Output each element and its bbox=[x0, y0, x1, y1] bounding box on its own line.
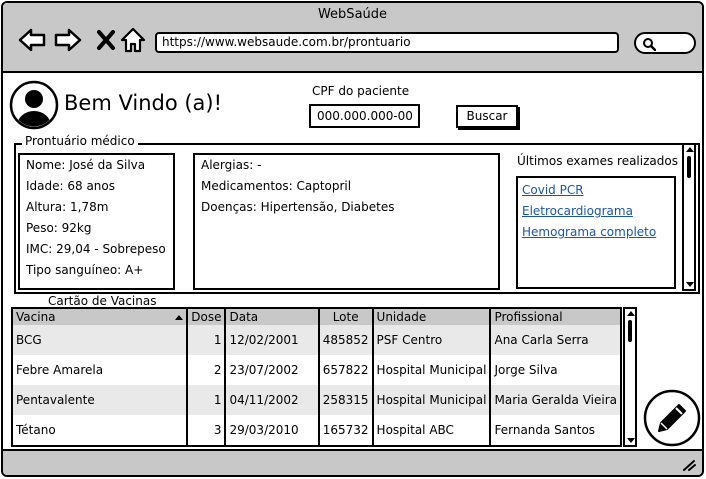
scroll-down-arrow-icon[interactable] bbox=[627, 438, 635, 443]
table-row[interactable]: Pentavalente 1 04/11/2002 258315 Hospita… bbox=[13, 385, 620, 415]
window-title: WebSaúde bbox=[317, 7, 388, 22]
unit-cell: Hospital Municipal bbox=[372, 385, 492, 415]
exam-link-electrocardiogram[interactable]: Eletrocardiograma bbox=[518, 201, 674, 222]
record-scrollbar[interactable] bbox=[682, 143, 696, 291]
vaccine-table: Vacina Dose Data Lote Unidade Profission… bbox=[11, 307, 622, 447]
patient-allergies: Alergias: - bbox=[201, 158, 262, 172]
date-cell: 04/11/2002 bbox=[225, 385, 320, 415]
patient-personal-info: Nome: José da Silva Idade: 68 anos Altur… bbox=[18, 153, 175, 290]
exam-link-blood-count[interactable]: Hemograma completo bbox=[518, 222, 674, 243]
patient-clinical-info: Alergias: - Medicamentos: Captopril Doen… bbox=[193, 153, 500, 290]
professional-cell: Jorge Silva bbox=[494, 363, 558, 377]
lot-cell: 165732 bbox=[318, 415, 374, 445]
scrollbar-thumb[interactable] bbox=[628, 320, 632, 342]
patient-name: Nome: José da Silva bbox=[26, 158, 146, 172]
vaccine-cell: Febre Amarela bbox=[13, 355, 189, 385]
vaccine-cell: Tétano bbox=[13, 415, 189, 445]
professional-cell: Fernanda Santos bbox=[494, 423, 596, 437]
recent-exams-list: Covid PCR Eletrocardiograma Hemograma co… bbox=[516, 176, 676, 289]
patient-bmi: IMC: 29,04 - Sobrepeso bbox=[26, 242, 166, 256]
user-avatar-icon bbox=[9, 80, 59, 130]
patient-blood-type: Tipo sanguíneo: A+ bbox=[26, 263, 144, 277]
resize-grip-icon[interactable] bbox=[682, 459, 696, 471]
lot-cell: 258315 bbox=[318, 385, 374, 415]
patient-medications: Medicamentos: Captopril bbox=[201, 179, 352, 193]
patient-diseases: Doenças: Hipertensão, Diabetes bbox=[201, 200, 395, 214]
lot-cell: 485852 bbox=[318, 325, 374, 355]
dose-cell: 1 bbox=[187, 385, 227, 415]
column-header-vaccine[interactable]: Vacina bbox=[13, 309, 189, 325]
url-input[interactable]: https://www.websaude.com.br/prontuario bbox=[155, 32, 619, 53]
table-row[interactable]: Tétano 3 29/03/2010 165732 Hospital ABC … bbox=[13, 415, 620, 445]
scrollbar-thumb[interactable] bbox=[687, 156, 691, 178]
vaccine-card-title: Cartão de Vacinas bbox=[48, 294, 157, 308]
unit-cell: Hospital ABC bbox=[372, 415, 492, 445]
unit-cell: PSF Centro bbox=[372, 325, 492, 355]
edit-pencil-button[interactable] bbox=[643, 389, 701, 447]
table-row[interactable]: Febre Amarela 2 23/07/2002 657822 Hospit… bbox=[13, 355, 620, 385]
home-icon[interactable] bbox=[118, 25, 148, 55]
date-cell: 23/07/2002 bbox=[225, 355, 320, 385]
dose-cell: 2 bbox=[187, 355, 227, 385]
scroll-down-arrow-icon[interactable] bbox=[686, 282, 694, 287]
column-header-date[interactable]: Data bbox=[225, 309, 320, 325]
cpf-input[interactable]: 000.000.000-00 bbox=[309, 104, 420, 128]
table-row[interactable]: BCG 1 12/02/2001 485852 PSF Centro Ana C… bbox=[13, 325, 620, 355]
date-cell: 29/03/2010 bbox=[225, 415, 320, 445]
browser-window: WebSaúde https://www.websaude.com.br/pro… bbox=[1, 1, 704, 477]
vaccine-cell: BCG bbox=[13, 325, 189, 355]
close-x-icon[interactable] bbox=[91, 25, 121, 55]
vaccine-table-scrollbar[interactable] bbox=[623, 307, 637, 447]
dose-cell: 1 bbox=[187, 325, 227, 355]
unit-cell: Hospital Municipal bbox=[372, 355, 492, 385]
column-header-lot[interactable]: Lote bbox=[318, 309, 374, 325]
date-cell: 12/02/2001 bbox=[225, 325, 320, 355]
welcome-heading: Bem Vindo (a)! bbox=[64, 91, 223, 115]
column-header-dose[interactable]: Dose bbox=[187, 309, 227, 325]
vaccine-cell: Pentavalente bbox=[13, 385, 189, 415]
browser-search-box[interactable] bbox=[634, 32, 696, 54]
professional-cell: Ana Carla Serra bbox=[490, 325, 620, 355]
column-header-unit[interactable]: Unidade bbox=[372, 309, 492, 325]
search-icon bbox=[643, 38, 656, 51]
professional-cell: Maria Geralda Vieira bbox=[490, 385, 620, 415]
medical-record-legend: Prontuário médico bbox=[22, 134, 138, 148]
search-button[interactable]: Buscar bbox=[456, 105, 518, 128]
back-arrow-icon[interactable] bbox=[17, 25, 47, 55]
recent-exams-title: Últimos exames realizados bbox=[517, 154, 678, 168]
browser-statusbar bbox=[3, 449, 702, 475]
forward-arrow-icon[interactable] bbox=[53, 25, 83, 55]
patient-height: Altura: 1,78m bbox=[26, 200, 109, 214]
scroll-up-arrow-icon[interactable] bbox=[686, 147, 694, 152]
column-header-professional[interactable]: Profissional bbox=[490, 309, 620, 325]
scroll-up-arrow-icon[interactable] bbox=[627, 311, 635, 316]
lot-cell: 657822 bbox=[318, 355, 374, 385]
dose-cell: 3 bbox=[187, 415, 227, 445]
patient-weight: Peso: 92kg bbox=[26, 221, 92, 235]
patient-age: Idade: 68 anos bbox=[26, 179, 116, 193]
sort-ascending-icon[interactable] bbox=[175, 315, 184, 320]
browser-titlebar: WebSaúde https://www.websaude.com.br/pro… bbox=[3, 3, 702, 73]
exam-link-covid-pcr[interactable]: Covid PCR bbox=[518, 180, 674, 201]
cpf-label: CPF do paciente bbox=[312, 84, 410, 98]
vaccine-table-header: Vacina Dose Data Lote Unidade Profission… bbox=[13, 309, 620, 325]
